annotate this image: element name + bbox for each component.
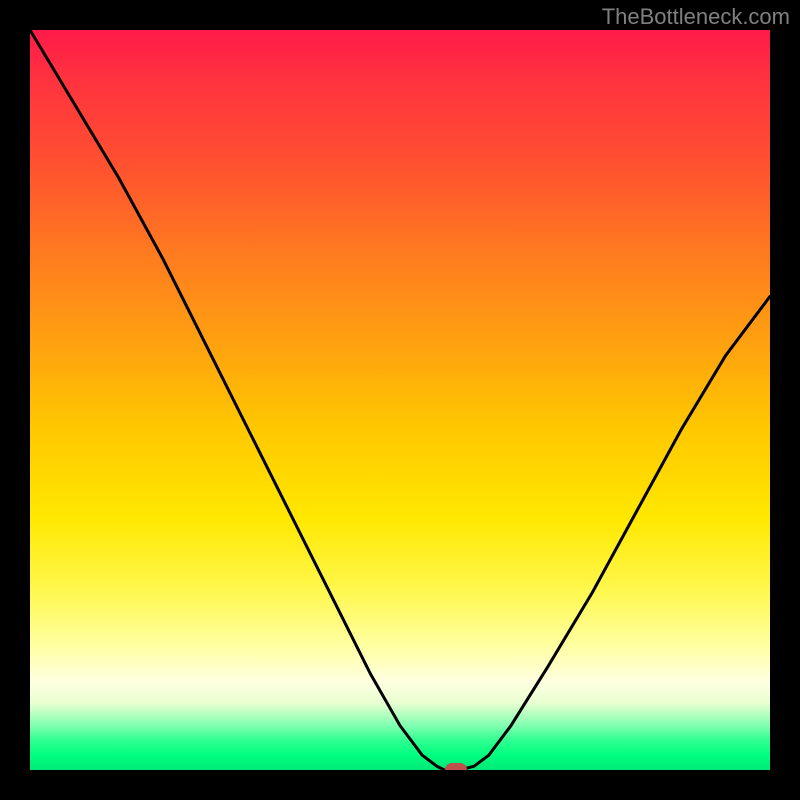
bottleneck-curve: [30, 30, 770, 770]
curve-svg: [30, 30, 770, 770]
optimal-point-marker: [445, 763, 467, 770]
chart-frame: TheBottleneck.com: [0, 0, 800, 800]
plot-area: [30, 30, 770, 770]
watermark-text: TheBottleneck.com: [602, 4, 790, 30]
